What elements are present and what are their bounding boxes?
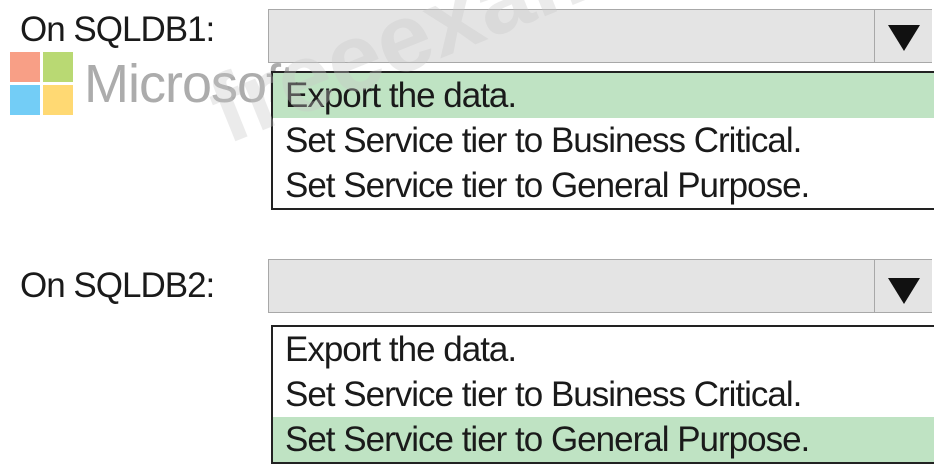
question-label-sqldb2: On SQLDB2: — [20, 266, 215, 305]
option-export-data[interactable]: Export the data. — [273, 327, 934, 372]
question-label-sqldb1: On SQLDB1: — [20, 10, 215, 49]
logo-square-yellow — [43, 85, 73, 115]
answer-dropdown-sqldb2[interactable] — [268, 259, 932, 313]
logo-square-red — [10, 52, 40, 82]
option-general-purpose[interactable]: Set Service tier to General Purpose. — [273, 417, 934, 462]
answer-options-list-sqldb2: Export the data. Set Service tier to Bus… — [271, 325, 934, 464]
triangle-down-icon — [888, 278, 920, 304]
option-business-critical[interactable]: Set Service tier to Business Critical. — [273, 118, 934, 163]
option-general-purpose[interactable]: Set Service tier to General Purpose. — [273, 163, 934, 208]
logo-square-green — [43, 52, 73, 82]
answer-dropdown-sqldb1[interactable] — [268, 9, 932, 63]
microsoft-watermark-text: Microsoft — [84, 54, 295, 114]
option-business-critical[interactable]: Set Service tier to Business Critical. — [273, 372, 934, 417]
dropdown-toggle-button[interactable] — [874, 10, 932, 62]
logo-square-blue — [10, 85, 40, 115]
option-export-data[interactable]: Export the data. — [273, 73, 934, 118]
answer-options-list-sqldb1: Export the data. Set Service tier to Bus… — [271, 71, 934, 210]
microsoft-logo-icon — [10, 52, 74, 116]
triangle-down-icon — [888, 25, 920, 51]
dropdown-toggle-button[interactable] — [874, 260, 932, 312]
